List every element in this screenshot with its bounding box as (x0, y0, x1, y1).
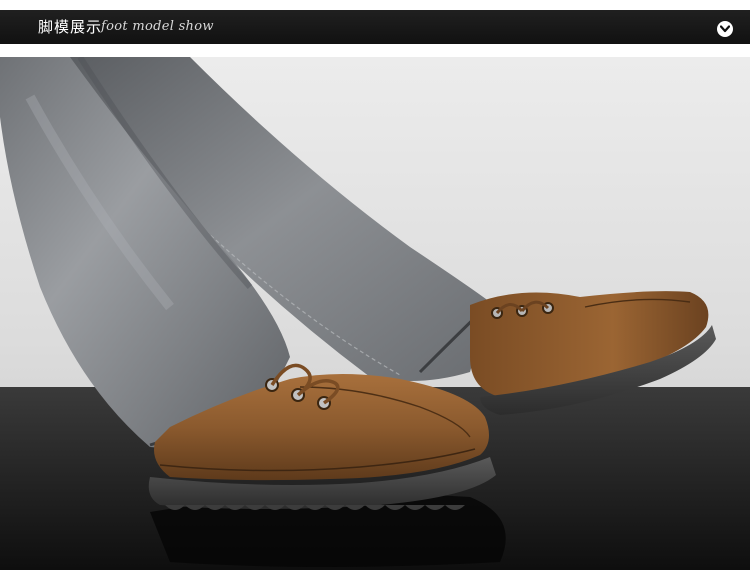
product-detail-page: 脚模展示 foot model show (0, 0, 750, 570)
section-title-cn: 脚模展示 (38, 18, 103, 36)
chevron-down-icon (720, 25, 730, 33)
section-title-en: foot model show (101, 19, 214, 34)
collapse-toggle-button[interactable] (717, 21, 733, 37)
foot-model-photo (0, 57, 750, 570)
section-header: 脚模展示 foot model show (0, 10, 750, 44)
